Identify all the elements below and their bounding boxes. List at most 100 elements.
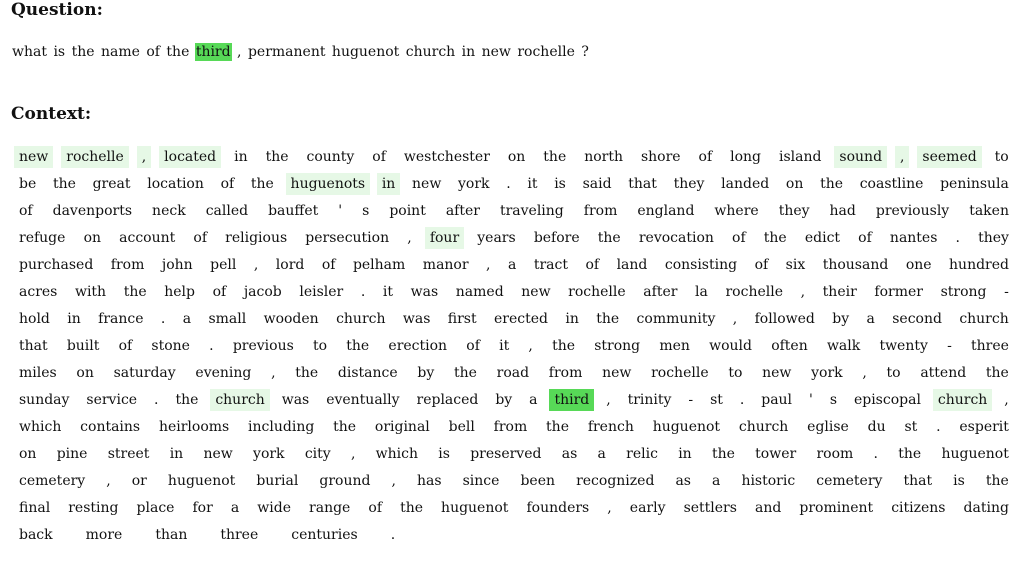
token: point: [389, 202, 426, 219]
token: landed: [721, 175, 770, 192]
token: than: [155, 526, 188, 543]
token: followed: [754, 310, 815, 327]
token: rochelle: [651, 364, 709, 381]
token: davenports: [52, 202, 133, 219]
token: which: [375, 445, 418, 462]
token: long: [730, 148, 762, 165]
token: first: [447, 310, 477, 327]
token: north: [584, 148, 623, 165]
token: la: [695, 283, 708, 300]
token: westchester: [403, 148, 490, 165]
token: erection: [388, 337, 448, 354]
token: more: [85, 526, 123, 543]
token: in: [234, 148, 248, 165]
token: they: [778, 202, 810, 219]
token: wooden: [263, 310, 319, 327]
token: from: [583, 202, 618, 219]
token: s: [829, 391, 837, 408]
token: second: [892, 310, 942, 327]
context-line: back more than three centuries.: [14, 521, 1014, 548]
token: st: [710, 391, 723, 408]
token: since: [462, 472, 500, 489]
token: of: [466, 337, 480, 354]
token: that: [903, 472, 933, 489]
token: consisting: [664, 256, 738, 273]
token: burial: [256, 472, 299, 489]
token: small: [208, 310, 247, 327]
token: named: [455, 283, 504, 300]
token: the: [597, 229, 621, 246]
token: york: [811, 364, 843, 381]
token: on: [19, 445, 37, 462]
token: .: [506, 175, 511, 192]
token: land: [616, 256, 648, 273]
token: england: [637, 202, 695, 219]
highlighted-token: four: [424, 226, 465, 249]
token: hundred: [949, 256, 1009, 273]
token: ,: [237, 44, 242, 60]
token: range: [309, 499, 351, 516]
token: wide: [257, 499, 291, 516]
token: which: [19, 418, 62, 435]
token: church: [405, 44, 456, 60]
token: .: [955, 229, 960, 246]
highlighted-token: church: [932, 388, 993, 411]
token: of: [118, 337, 133, 354]
token: taken: [969, 202, 1009, 219]
token: trinity: [627, 391, 672, 408]
token: that: [19, 337, 48, 354]
token: is: [554, 175, 566, 192]
token: .: [739, 391, 745, 408]
token: from: [548, 364, 583, 381]
highlighted-token: new: [14, 145, 54, 168]
context-line: which contains heirlooms including the origin…: [14, 413, 1014, 440]
token: ground: [319, 472, 371, 489]
token: where: [714, 202, 759, 219]
token: by: [417, 364, 435, 381]
token: erected: [494, 310, 548, 327]
token: to: [313, 337, 328, 354]
token: traveling: [499, 202, 564, 219]
token: the: [985, 472, 1009, 489]
token: of: [858, 229, 872, 246]
token: before: [533, 229, 580, 246]
token: contains: [80, 418, 141, 435]
token: been: [520, 472, 556, 489]
token: for: [192, 499, 213, 516]
token: coastline: [859, 175, 924, 192]
token: tract: [533, 256, 568, 273]
token: persecution: [305, 229, 390, 246]
token: previous: [232, 337, 294, 354]
token: neck: [152, 202, 186, 219]
token: huguenot: [167, 472, 236, 489]
token: revocation: [638, 229, 714, 246]
context-line: sunday service. the church was eventually repl…: [14, 386, 1014, 413]
highlighted-token: sound: [834, 145, 888, 168]
token: in: [169, 445, 184, 462]
token: dating: [963, 499, 1009, 516]
token: after: [643, 283, 678, 300]
token: the: [711, 445, 735, 462]
token: eventually: [326, 391, 400, 408]
token: york: [458, 175, 490, 192]
token: rochelle: [725, 283, 783, 300]
token: would: [709, 337, 752, 354]
token: is: [953, 472, 965, 489]
token: place: [136, 499, 175, 516]
token: york: [253, 445, 285, 462]
token: church: [738, 418, 789, 435]
token: the: [763, 229, 787, 246]
token: final: [19, 499, 51, 516]
token: .: [390, 526, 396, 543]
token: in: [565, 310, 579, 327]
token: the: [596, 310, 620, 327]
token: france: [98, 310, 144, 327]
token: new: [521, 283, 551, 300]
token: ,: [106, 472, 111, 489]
token: the: [552, 337, 575, 354]
token: a: [866, 310, 875, 327]
highlighted-token: third: [194, 43, 232, 61]
token: ,: [528, 337, 533, 354]
token: ,: [271, 364, 276, 381]
token: the: [453, 364, 477, 381]
